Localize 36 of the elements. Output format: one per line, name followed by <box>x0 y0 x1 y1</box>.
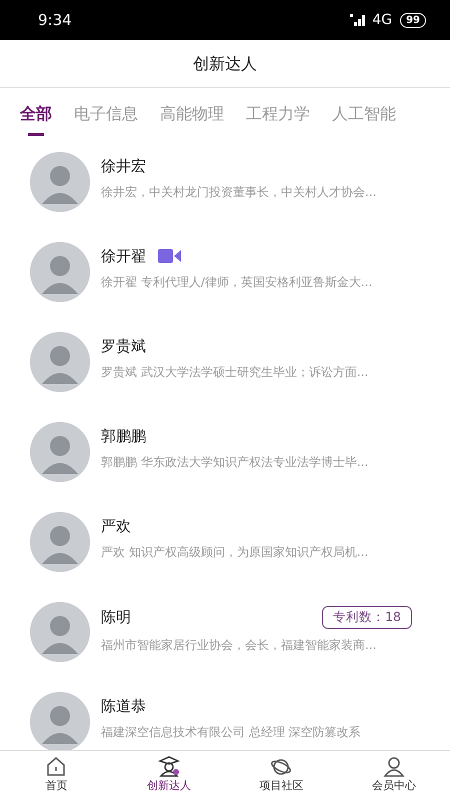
expert-name: 陈道恭 <box>101 696 146 716</box>
nav-tab[interactable]: 首页 <box>16 756 96 795</box>
expert-name: 陈明 <box>101 607 131 628</box>
nav-tab[interactable]: 会员中心 <box>354 756 434 795</box>
expert-description: 徐开翟 专利代理人/律师，英国安格利亚鲁斯金大... <box>101 274 374 290</box>
status-time: 9:34 <box>38 10 72 31</box>
expert-description: 严欢 知识产权高级顾问，为原国家知识产权局机... <box>101 544 370 560</box>
page-title: 创新达人 <box>193 52 257 74</box>
expert-name: 严欢 <box>101 516 131 536</box>
expert-name: 罗贵斌 <box>101 336 146 356</box>
avatar-icon <box>30 602 90 662</box>
expert-description: 福建深空信息技术有限公司 总经理 深空防篡改系 <box>101 724 362 740</box>
avatar-icon <box>30 152 90 212</box>
home-icon <box>45 756 68 778</box>
graduate-icon <box>158 756 180 778</box>
expert-name: 徐井宏 <box>101 156 146 176</box>
patent-count-tag: 专利数：18 <box>322 606 412 629</box>
person-icon <box>382 756 405 778</box>
video-camera-icon <box>158 248 182 264</box>
avatar-icon <box>30 692 90 750</box>
expert-description: 罗贵斌 武汉大学法学硕士研究生毕业；诉讼方面... <box>101 364 370 380</box>
battery-level: 99 <box>400 12 426 28</box>
expert-name: 郭鹏鹏 <box>101 426 146 446</box>
network-label: 4G <box>372 10 392 30</box>
expert-description: 郭鹏鹏 华东政法大学知识产权法专业法学博士毕... <box>101 454 370 470</box>
expert-description: 福州市智能家居行业协会，会长，福建智能家装商... <box>101 636 378 653</box>
avatar-icon <box>30 242 90 302</box>
expert-name: 徐开翟 <box>101 246 146 266</box>
avatar-icon <box>30 422 90 482</box>
avatar-icon <box>30 332 90 392</box>
expert-description: 徐井宏，中关村龙门投资董事长，中关村人才协会... <box>101 184 378 200</box>
avatar-icon <box>30 512 90 572</box>
nav-tab[interactable]: 项目社区 <box>241 756 322 795</box>
nav-tab[interactable]: 创新达人 <box>128 756 209 795</box>
tab-indicator <box>28 133 44 136</box>
category-tab[interactable]: 全部 <box>20 88 52 140</box>
